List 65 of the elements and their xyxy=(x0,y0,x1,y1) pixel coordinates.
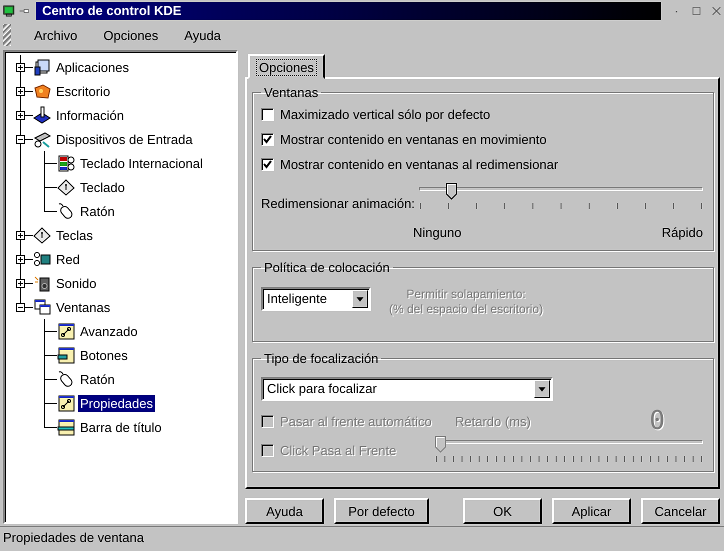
status-bar: Propiedades de ventana xyxy=(0,526,724,549)
tree-item[interactable]: Propiedades xyxy=(78,394,155,412)
palette-icon xyxy=(33,82,52,100)
tab[interactable]: Opciones xyxy=(248,54,325,79)
expand-icon[interactable] xyxy=(16,279,25,288)
maximize-button[interactable] xyxy=(692,4,701,18)
dialog-button[interactable]: Aplicar xyxy=(552,498,631,524)
overlap-label: Permitir solapamiento: xyxy=(405,286,527,302)
tree-item[interactable]: Sonido xyxy=(54,274,98,292)
tree-item[interactable]: Ratón xyxy=(78,202,117,220)
expand-icon[interactable] xyxy=(16,63,25,72)
toolbar-handle[interactable] xyxy=(3,24,11,46)
close-button[interactable] xyxy=(712,4,721,18)
group-title: Política de colocación xyxy=(263,260,391,275)
checkbox-label: Mostrar contenido en ventanas al redimensionar xyxy=(280,156,558,172)
tree-item[interactable]: Avanzado xyxy=(78,322,140,340)
menu-item[interactable]: Archivo xyxy=(24,26,88,44)
expand-icon[interactable] xyxy=(16,231,25,240)
tree-item[interactable]: Aplicaciones xyxy=(54,58,131,76)
checkbox[interactable] xyxy=(261,158,274,171)
tree-item[interactable]: Botones xyxy=(78,346,130,364)
lcd-display: 0 xyxy=(649,409,665,434)
dropdown[interactable]: Click para focalizar xyxy=(261,376,553,401)
checkbox[interactable] xyxy=(261,132,274,146)
checkbox-label: Maximizado vertical sólo por defecto xyxy=(280,106,490,122)
tree-item[interactable]: Ratón xyxy=(78,370,117,388)
dialog-button[interactable]: OK xyxy=(463,498,542,524)
tree-item[interactable]: Barra de título xyxy=(78,418,164,436)
group-title: Ventanas xyxy=(263,84,320,100)
overlap-sublabel: (% del espacio del escritorio) xyxy=(389,302,544,317)
collapse-icon[interactable] xyxy=(16,135,25,144)
tree-item[interactable]: Ventanas xyxy=(54,298,112,316)
tree-item[interactable]: Teclado Internacional xyxy=(78,154,205,172)
checkbox-label: Pasar al frente automático xyxy=(280,414,432,429)
collapse-icon[interactable] xyxy=(16,303,25,312)
expand-icon[interactable] xyxy=(16,87,25,96)
window-title: Centro de control KDE xyxy=(36,2,662,20)
network-icon xyxy=(33,250,52,268)
pin-icon[interactable] xyxy=(18,6,30,16)
speaker-icon xyxy=(33,274,52,292)
tree-item[interactable]: Escritorio xyxy=(54,82,112,100)
dialog-button[interactable]: Ayuda xyxy=(245,498,324,524)
dialog-button[interactable]: Por defecto xyxy=(334,498,429,524)
checkbox[interactable] xyxy=(261,108,274,121)
keyboard-mouse-icon xyxy=(33,130,52,148)
checkbox-label: Mostrar contenido en ventanas en movimiento xyxy=(280,132,547,147)
tree-item[interactable]: Teclas xyxy=(54,226,95,244)
expand-icon[interactable] xyxy=(16,255,25,264)
slider-label: Redimensionar animación: xyxy=(261,196,415,211)
tree-item[interactable]: Red xyxy=(54,250,82,268)
menu-item[interactable]: Ayuda xyxy=(174,26,231,44)
checkbox-label: Click Pasa al Frente xyxy=(280,442,396,458)
slider-thumb[interactable] xyxy=(446,182,458,200)
slider[interactable] xyxy=(418,182,703,211)
dropdown[interactable]: Inteligente xyxy=(261,286,371,311)
group-title: Tipo de focalización xyxy=(263,350,380,366)
dialog-button[interactable]: Cancelar xyxy=(641,498,720,524)
menu-item[interactable]: Opciones xyxy=(93,26,168,44)
tree-item[interactable]: Información xyxy=(54,106,126,124)
slider-min-label: Ninguno xyxy=(413,224,462,240)
slider-max-label: Rápido xyxy=(662,224,703,240)
tree-item[interactable]: Dispositivos de Entrada xyxy=(54,130,195,148)
expand-icon[interactable] xyxy=(16,111,25,120)
tree-item[interactable]: Teclado xyxy=(78,178,127,196)
delay-label: Retardo (ms) xyxy=(455,414,531,429)
